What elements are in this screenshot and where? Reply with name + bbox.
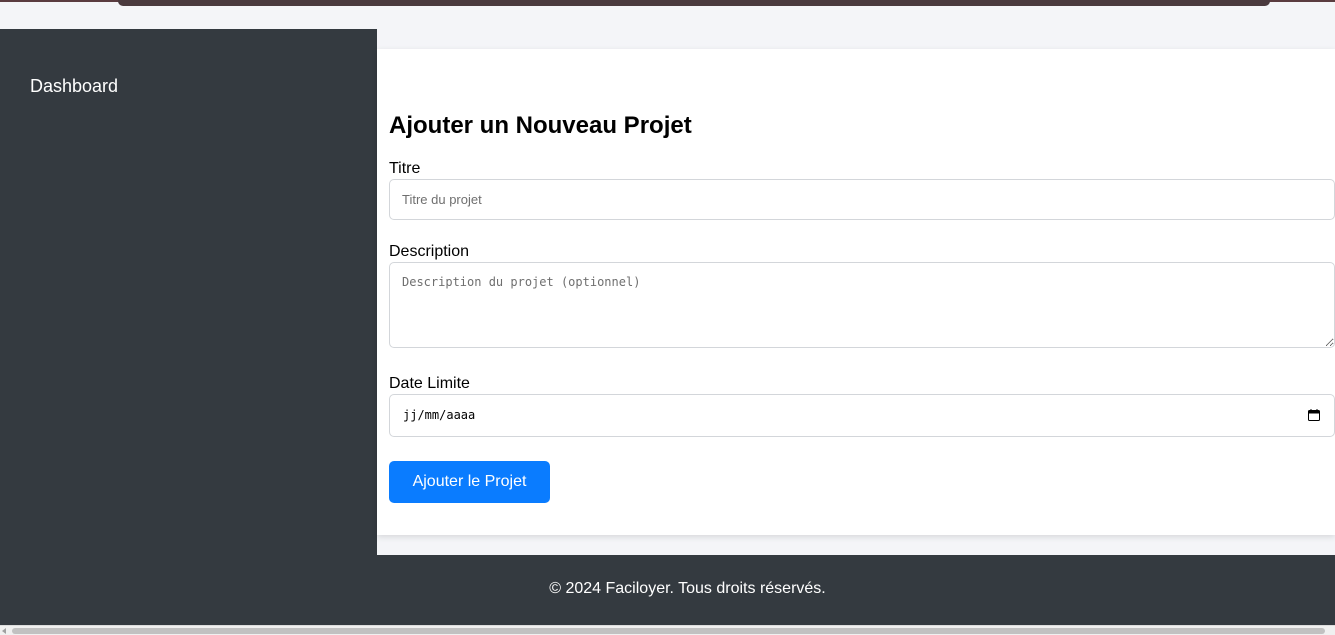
- sidebar-item-dashboard[interactable]: Dashboard: [30, 76, 118, 97]
- horizontal-scrollbar[interactable]: [0, 625, 1335, 635]
- content-top-spacer: [377, 29, 1335, 49]
- add-project-form-card: Ajouter un Nouveau Projet Titre Descript…: [377, 49, 1335, 535]
- deadline-date-input[interactable]: jj/mm/aaaa: [389, 394, 1335, 437]
- scroll-left-arrow-icon[interactable]: [2, 628, 6, 634]
- browser-tab-strip: [118, 0, 1270, 6]
- page-title: Ajouter un Nouveau Projet: [389, 112, 692, 139]
- scrollbar-thumb[interactable]: [12, 628, 1325, 634]
- calendar-icon[interactable]: [1308, 409, 1320, 421]
- description-textarea[interactable]: [389, 262, 1335, 348]
- date-placeholder: jj/mm/aaaa: [403, 408, 476, 422]
- description-label: Description: [389, 243, 470, 260]
- browser-top-bar: [0, 0, 1335, 9]
- footer-copyright: © 2024 Faciloyer. Tous droits réservés.: [549, 580, 826, 597]
- title-label: Titre: [389, 160, 421, 177]
- title-input[interactable]: [389, 179, 1335, 220]
- sidebar: Dashboard: [0, 29, 377, 555]
- deadline-label: Date Limite: [389, 375, 470, 392]
- add-project-button[interactable]: Ajouter le Projet: [389, 461, 550, 503]
- footer: © 2024 Faciloyer. Tous droits réservés.: [0, 555, 1335, 625]
